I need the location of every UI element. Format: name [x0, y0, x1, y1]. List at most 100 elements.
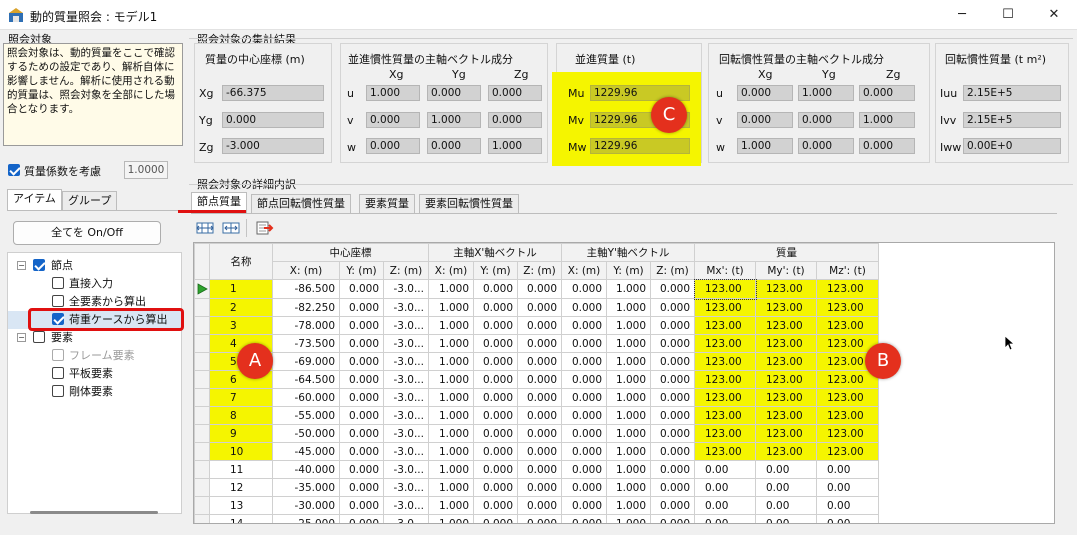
collapse-icon[interactable]: −: [17, 261, 26, 270]
value-cell[interactable]: 0.000: [650, 406, 695, 425]
mass-factor-checkbox[interactable]: [8, 164, 20, 176]
value-cell[interactable]: 0.000: [473, 460, 518, 479]
value-cell[interactable]: 0.000: [473, 298, 518, 317]
value-cell[interactable]: 0.00: [755, 460, 817, 479]
value-cell[interactable]: 123.00: [694, 298, 756, 317]
header-center[interactable]: 中心座標: [272, 243, 429, 262]
value-cell[interactable]: -69.000: [272, 352, 340, 371]
value-cell[interactable]: 0.000: [561, 370, 607, 389]
value-cell[interactable]: 0.000: [339, 388, 384, 407]
row-indicator[interactable]: [194, 298, 210, 317]
maximize-button[interactable]: ☐: [985, 0, 1031, 30]
value-cell[interactable]: 0.000: [650, 496, 695, 515]
header-y-axis[interactable]: 主軸Y'軸ベクトル: [561, 243, 695, 262]
value-cell[interactable]: 1.000: [606, 334, 651, 353]
value-cell[interactable]: 0.000: [339, 442, 384, 461]
row-indicator[interactable]: [194, 406, 210, 425]
value-cell[interactable]: 0.000: [339, 496, 384, 515]
tree-node-plate-element[interactable]: 平板要素: [8, 365, 178, 383]
value-cell[interactable]: 0.000: [517, 316, 562, 335]
value-cell[interactable]: 123.00: [816, 406, 879, 425]
value-cell[interactable]: 1.000: [606, 370, 651, 389]
subheader-cell[interactable]: Y: (m): [473, 261, 518, 280]
name-cell[interactable]: 10: [209, 442, 273, 461]
value-cell[interactable]: 123.00: [694, 388, 756, 407]
export-icon[interactable]: [256, 220, 274, 236]
value-cell[interactable]: 0.000: [339, 424, 384, 443]
value-cell[interactable]: 1.000: [606, 424, 651, 443]
row-indicator[interactable]: [194, 334, 210, 353]
table-row[interactable]: 13 -30.000 0.000 -3.0... 1.000 0.000 0.000 0.00…: [194, 496, 879, 515]
value-cell[interactable]: 1.000: [428, 406, 474, 425]
value-cell[interactable]: 1.000: [606, 442, 651, 461]
table-row[interactable]: 7 -60.000 0.000 -3.0... 1.000 0.000 0.000 0.000…: [194, 388, 879, 407]
name-cell[interactable]: 13: [209, 496, 273, 515]
value-cell[interactable]: 0.00: [694, 496, 756, 515]
value-cell[interactable]: 0.000: [473, 334, 518, 353]
value-cell[interactable]: 1.000: [606, 496, 651, 515]
name-cell[interactable]: 2: [209, 298, 273, 317]
value-cell[interactable]: -3.0...: [383, 496, 429, 515]
all-toggle-button[interactable]: 全てを On/Off: [13, 221, 161, 245]
value-cell[interactable]: 0.00: [816, 514, 879, 523]
value-cell[interactable]: -3.0...: [383, 514, 429, 523]
value-cell[interactable]: 0.00: [755, 478, 817, 497]
auto-width-icon[interactable]: [222, 220, 240, 236]
value-cell[interactable]: 123.00: [694, 370, 756, 389]
subheader-cell[interactable]: Z: (m): [650, 261, 695, 280]
value-cell[interactable]: 0.000: [650, 370, 695, 389]
value-cell[interactable]: 0.000: [650, 424, 695, 443]
value-cell[interactable]: 1.000: [428, 442, 474, 461]
row-indicator[interactable]: [194, 496, 210, 515]
value-cell[interactable]: 123.00: [816, 279, 879, 299]
value-cell[interactable]: -55.000: [272, 406, 340, 425]
tree-node-joint[interactable]: − 節点: [8, 257, 178, 275]
value-cell[interactable]: -60.000: [272, 388, 340, 407]
value-cell[interactable]: -3.0...: [383, 406, 429, 425]
value-cell[interactable]: 0.00: [755, 514, 817, 523]
value-cell[interactable]: -78.000: [272, 316, 340, 335]
value-cell[interactable]: 123.00: [694, 424, 756, 443]
value-cell[interactable]: 0.000: [650, 442, 695, 461]
tree-checkbox[interactable]: [52, 385, 64, 397]
value-cell[interactable]: 0.000: [517, 406, 562, 425]
subheader-cell[interactable]: My': (t): [755, 261, 817, 280]
value-cell[interactable]: -45.000: [272, 442, 340, 461]
value-cell[interactable]: 123.00: [694, 334, 756, 353]
table-row[interactable]: 14 -25.000 0.000 -3.0... 1.000 0.000 0.000 0.00…: [194, 514, 879, 523]
value-cell[interactable]: 0.000: [650, 460, 695, 479]
tab-element-rot-mass[interactable]: 要素回転慣性質量: [419, 194, 519, 214]
value-cell[interactable]: 123.00: [694, 442, 756, 461]
value-cell[interactable]: 0.000: [339, 370, 384, 389]
value-cell[interactable]: 0.000: [650, 478, 695, 497]
value-cell[interactable]: 0.000: [339, 352, 384, 371]
value-cell[interactable]: 0.00: [816, 460, 879, 479]
value-cell[interactable]: 0.000: [473, 424, 518, 443]
name-cell[interactable]: 3: [209, 316, 273, 335]
value-cell[interactable]: -3.0...: [383, 388, 429, 407]
value-cell[interactable]: 123.00: [693, 278, 757, 300]
table-row[interactable]: 3 -78.000 0.000 -3.0... 1.000 0.000 0.000 0.000…: [194, 316, 879, 335]
name-cell[interactable]: 9: [209, 424, 273, 443]
row-indicator[interactable]: [194, 316, 210, 335]
row-indicator[interactable]: [194, 514, 210, 523]
value-cell[interactable]: 0.00: [816, 478, 879, 497]
value-cell[interactable]: 1.000: [606, 298, 651, 317]
subheader-cell[interactable]: X: (m): [561, 261, 607, 280]
value-cell[interactable]: 1.000: [606, 514, 651, 523]
table-row[interactable]: 5 -69.000 0.000 -3.0... 1.000 0.000 0.000 0.000…: [194, 352, 879, 371]
value-cell[interactable]: -3.0...: [383, 478, 429, 497]
current-row-indicator[interactable]: [194, 279, 210, 299]
value-cell[interactable]: 0.000: [561, 298, 607, 317]
value-cell[interactable]: 123.00: [755, 316, 817, 335]
value-cell[interactable]: 0.000: [473, 370, 518, 389]
name-cell[interactable]: 12: [209, 478, 273, 497]
collapse-icon[interactable]: −: [17, 333, 26, 342]
value-cell[interactable]: 123.00: [816, 388, 879, 407]
value-cell[interactable]: -3.0...: [383, 442, 429, 461]
subheader-cell[interactable]: X: (m): [428, 261, 474, 280]
value-cell[interactable]: -3.0...: [383, 298, 429, 317]
value-cell[interactable]: -3.0...: [383, 334, 429, 353]
name-cell[interactable]: 8: [209, 406, 273, 425]
value-cell[interactable]: 0.000: [339, 279, 384, 299]
